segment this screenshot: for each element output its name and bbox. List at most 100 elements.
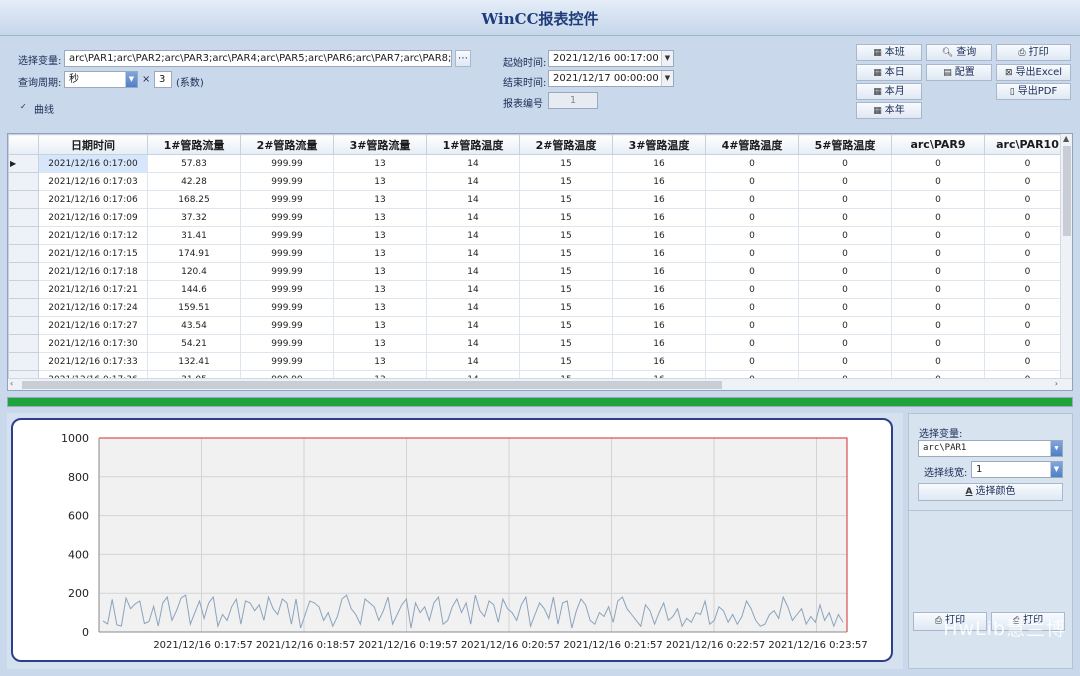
table-cell[interactable]: 174.91 xyxy=(147,244,241,263)
scroll-left-icon[interactable]: ‹ xyxy=(10,379,13,388)
chevron-down-icon[interactable]: ▼ xyxy=(1050,462,1062,477)
table-cell[interactable]: 13 xyxy=(333,226,427,245)
table-cell[interactable]: 0 xyxy=(798,226,892,245)
table-cell[interactable]: 0 xyxy=(798,352,892,371)
table-cell[interactable]: 13 xyxy=(333,172,427,191)
export-excel-button[interactable]: ⊠ 导出Excel xyxy=(996,64,1071,81)
column-header[interactable]: 1#管路温度 xyxy=(426,134,520,155)
end-time-picker[interactable]: 2021/12/17 00:00:00 ▼ xyxy=(548,70,674,87)
column-header[interactable]: 5#管路温度 xyxy=(798,134,892,155)
table-cell[interactable]: 14 xyxy=(426,226,520,245)
export-pdf-button[interactable]: ▯ 导出PDF xyxy=(996,83,1071,100)
shift-button[interactable]: ▦ 本班 xyxy=(856,44,922,61)
table-cell[interactable]: 0 xyxy=(984,190,1071,209)
table-cell[interactable]: 0 xyxy=(705,262,799,281)
table-cell[interactable]: 15 xyxy=(519,280,613,299)
vertical-scroll-thumb[interactable] xyxy=(1063,146,1071,236)
table-cell[interactable]: 0 xyxy=(891,172,985,191)
table-cell[interactable]: 120.4 xyxy=(147,262,241,281)
column-header[interactable]: 1#管路流量 xyxy=(147,134,241,155)
print-button[interactable]: ⎙ 打印 xyxy=(996,44,1071,61)
table-cell[interactable]: 14 xyxy=(426,172,520,191)
table-cell[interactable]: 0 xyxy=(798,280,892,299)
table-cell[interactable]: 0 xyxy=(798,154,892,173)
chevron-down-icon[interactable]: ▼ xyxy=(661,71,673,86)
table-cell[interactable]: 999.99 xyxy=(240,262,334,281)
table-cell[interactable]: 999.99 xyxy=(240,334,334,353)
table-cell[interactable]: 37.32 xyxy=(147,208,241,227)
table-cell[interactable]: 0 xyxy=(705,316,799,335)
report-table[interactable]: 日期时间 1#管路流量 2#管路流量 3#管路流量 1#管路温度 2#管路温度 3#管路温度… xyxy=(7,133,1073,391)
table-cell[interactable]: 0 xyxy=(705,352,799,371)
row-header[interactable] xyxy=(8,352,39,371)
table-cell[interactable]: 54.21 xyxy=(147,334,241,353)
table-cell[interactable]: 2021/12/16 0:17:24 xyxy=(38,298,148,317)
table-cell[interactable]: 15 xyxy=(519,334,613,353)
table-row[interactable]: 2021/12/16 0:17:21 144.6 999.99 13 14 15 16 0 0 0… xyxy=(8,280,1071,299)
table-cell[interactable]: 14 xyxy=(426,190,520,209)
table-cell[interactable]: 0 xyxy=(984,244,1071,263)
table-cell[interactable]: 0 xyxy=(891,154,985,173)
table-cell[interactable]: 16 xyxy=(612,244,706,263)
table-cell[interactable]: 0 xyxy=(705,208,799,227)
column-header[interactable]: 4#管路温度 xyxy=(705,134,799,155)
row-header[interactable] xyxy=(8,172,39,191)
table-cell[interactable]: 13 xyxy=(333,352,427,371)
table-cell[interactable]: 0 xyxy=(705,172,799,191)
table-cell[interactable]: 0 xyxy=(984,208,1071,227)
column-header[interactable]: 2#管路温度 xyxy=(519,134,613,155)
horizontal-scroll-thumb[interactable] xyxy=(22,381,722,389)
table-cell[interactable]: 999.99 xyxy=(240,154,334,173)
table-row[interactable]: 2021/12/16 0:17:33 132.41 999.99 13 14 15 16 0 0… xyxy=(8,352,1071,371)
table-cell[interactable]: 168.25 xyxy=(147,190,241,209)
table-cell[interactable]: 0 xyxy=(798,298,892,317)
curve-checkbox[interactable]: ✓ xyxy=(20,102,27,111)
table-cell[interactable]: 0 xyxy=(891,352,985,371)
column-header[interactable]: 3#管路流量 xyxy=(333,134,427,155)
table-cell[interactable]: 0 xyxy=(705,280,799,299)
table-cell[interactable]: 0 xyxy=(891,280,985,299)
table-cell[interactable]: 0 xyxy=(891,298,985,317)
table-cell[interactable]: 16 xyxy=(612,226,706,245)
table-cell[interactable]: 0 xyxy=(798,172,892,191)
row-header[interactable] xyxy=(8,190,39,209)
table-cell[interactable]: 15 xyxy=(519,316,613,335)
table-cell[interactable]: 43.54 xyxy=(147,316,241,335)
table-cell[interactable]: 0 xyxy=(705,154,799,173)
row-header[interactable] xyxy=(8,334,39,353)
year-button[interactable]: ▦ 本年 xyxy=(856,102,922,119)
table-cell[interactable]: 16 xyxy=(612,352,706,371)
report-number-input[interactable]: 1 xyxy=(548,92,598,109)
table-cell[interactable]: 0 xyxy=(984,352,1071,371)
variable-browse-button[interactable]: ⋯ xyxy=(455,50,471,67)
table-cell[interactable]: 2021/12/16 0:17:00 xyxy=(38,154,148,173)
table-cell[interactable]: 16 xyxy=(612,262,706,281)
table-cell[interactable]: 2021/12/16 0:17:03 xyxy=(38,172,148,191)
column-header[interactable]: arc\PAR9 xyxy=(891,134,985,155)
row-header[interactable] xyxy=(8,244,39,263)
table-cell[interactable]: 14 xyxy=(426,316,520,335)
row-header[interactable] xyxy=(8,262,39,281)
table-cell[interactable]: 14 xyxy=(426,298,520,317)
table-cell[interactable]: 16 xyxy=(612,316,706,335)
table-cell[interactable]: 0 xyxy=(984,316,1071,335)
table-cell[interactable]: 0 xyxy=(798,316,892,335)
table-cell[interactable]: 16 xyxy=(612,280,706,299)
table-cell[interactable]: 13 xyxy=(333,262,427,281)
table-cell[interactable]: 0 xyxy=(705,190,799,209)
table-cell[interactable]: 999.99 xyxy=(240,352,334,371)
table-cell[interactable]: 13 xyxy=(333,244,427,263)
table-row[interactable]: 2021/12/16 0:17:12 31.41 999.99 13 14 15 16 0 0 0… xyxy=(8,226,1071,245)
table-cell[interactable]: 159.51 xyxy=(147,298,241,317)
table-cell[interactable]: 0 xyxy=(798,262,892,281)
table-cell[interactable]: 0 xyxy=(891,244,985,263)
horizontal-scrollbar[interactable]: ‹ › xyxy=(8,378,1072,390)
table-row[interactable]: 2021/12/16 0:17:27 43.54 999.99 13 14 15 16 0 0 0… xyxy=(8,316,1071,335)
table-cell[interactable]: 999.99 xyxy=(240,244,334,263)
table-cell[interactable]: 16 xyxy=(612,208,706,227)
column-header[interactable]: arc\PAR10 xyxy=(984,134,1071,155)
table-cell[interactable]: 0 xyxy=(984,262,1071,281)
column-header[interactable]: 日期时间 xyxy=(38,134,148,155)
vertical-scrollbar[interactable]: ▲ xyxy=(1060,134,1072,380)
table-cell[interactable]: 0 xyxy=(798,190,892,209)
